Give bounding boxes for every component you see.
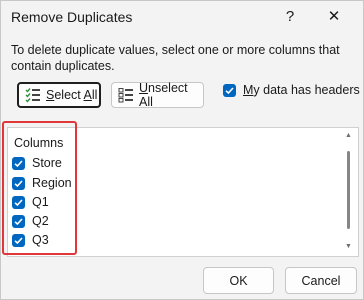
columns-list[interactable]: Columns Store Region Q1 Q2 Q3 ▲ ▼: [7, 127, 359, 257]
list-item[interactable]: Q2: [12, 212, 49, 230]
unselect-all-button[interactable]: Unselect All: [111, 81, 204, 109]
scroll-down-arrow-icon[interactable]: ▼: [345, 243, 352, 250]
list-item[interactable]: Store: [12, 154, 62, 172]
select-all-label: Select All: [46, 88, 98, 102]
columns-list-header: Columns: [14, 136, 64, 150]
checkmark-icon: [12, 195, 25, 209]
scroll-up-arrow-icon[interactable]: ▲: [345, 132, 352, 139]
list-item[interactable]: Q1: [12, 193, 49, 211]
close-button[interactable]: ✕: [319, 5, 349, 29]
list-item-label: Q3: [32, 233, 49, 247]
checkmark-icon: [12, 176, 25, 190]
select-all-icon: [25, 87, 41, 103]
ok-button[interactable]: OK: [203, 267, 274, 294]
vertical-scrollbar[interactable]: ▲ ▼: [341, 130, 357, 254]
checkmark-icon: [12, 233, 25, 247]
list-item-label: Region: [32, 176, 72, 190]
checkmark-icon: [223, 83, 236, 97]
help-button[interactable]: ?: [277, 5, 303, 29]
dialog-title: Remove Duplicates: [11, 9, 133, 25]
list-item-label: Store: [32, 156, 62, 170]
instructions-text: To delete duplicate values, select one o…: [11, 43, 340, 73]
unselect-all-icon: [118, 87, 134, 103]
cancel-button[interactable]: Cancel: [285, 267, 357, 294]
list-item-label: Q2: [32, 214, 49, 228]
my-data-has-headers-checkbox[interactable]: My data has headers: [223, 83, 360, 97]
checkmark-icon: [12, 156, 25, 170]
list-item[interactable]: Region: [12, 174, 72, 192]
list-item-label: Q1: [32, 195, 49, 209]
select-all-button[interactable]: Select All: [17, 82, 101, 108]
remove-duplicates-dialog: Remove Duplicates ? ✕ To delete duplicat…: [0, 0, 364, 300]
title-bar: Remove Duplicates ? ✕: [1, 1, 363, 35]
headers-checkbox-label: My data has headers: [243, 83, 360, 97]
scrollbar-thumb[interactable]: [347, 151, 350, 229]
unselect-all-label: Unselect All: [139, 81, 188, 109]
checkmark-icon: [12, 214, 25, 228]
list-item[interactable]: Q3: [12, 231, 49, 249]
